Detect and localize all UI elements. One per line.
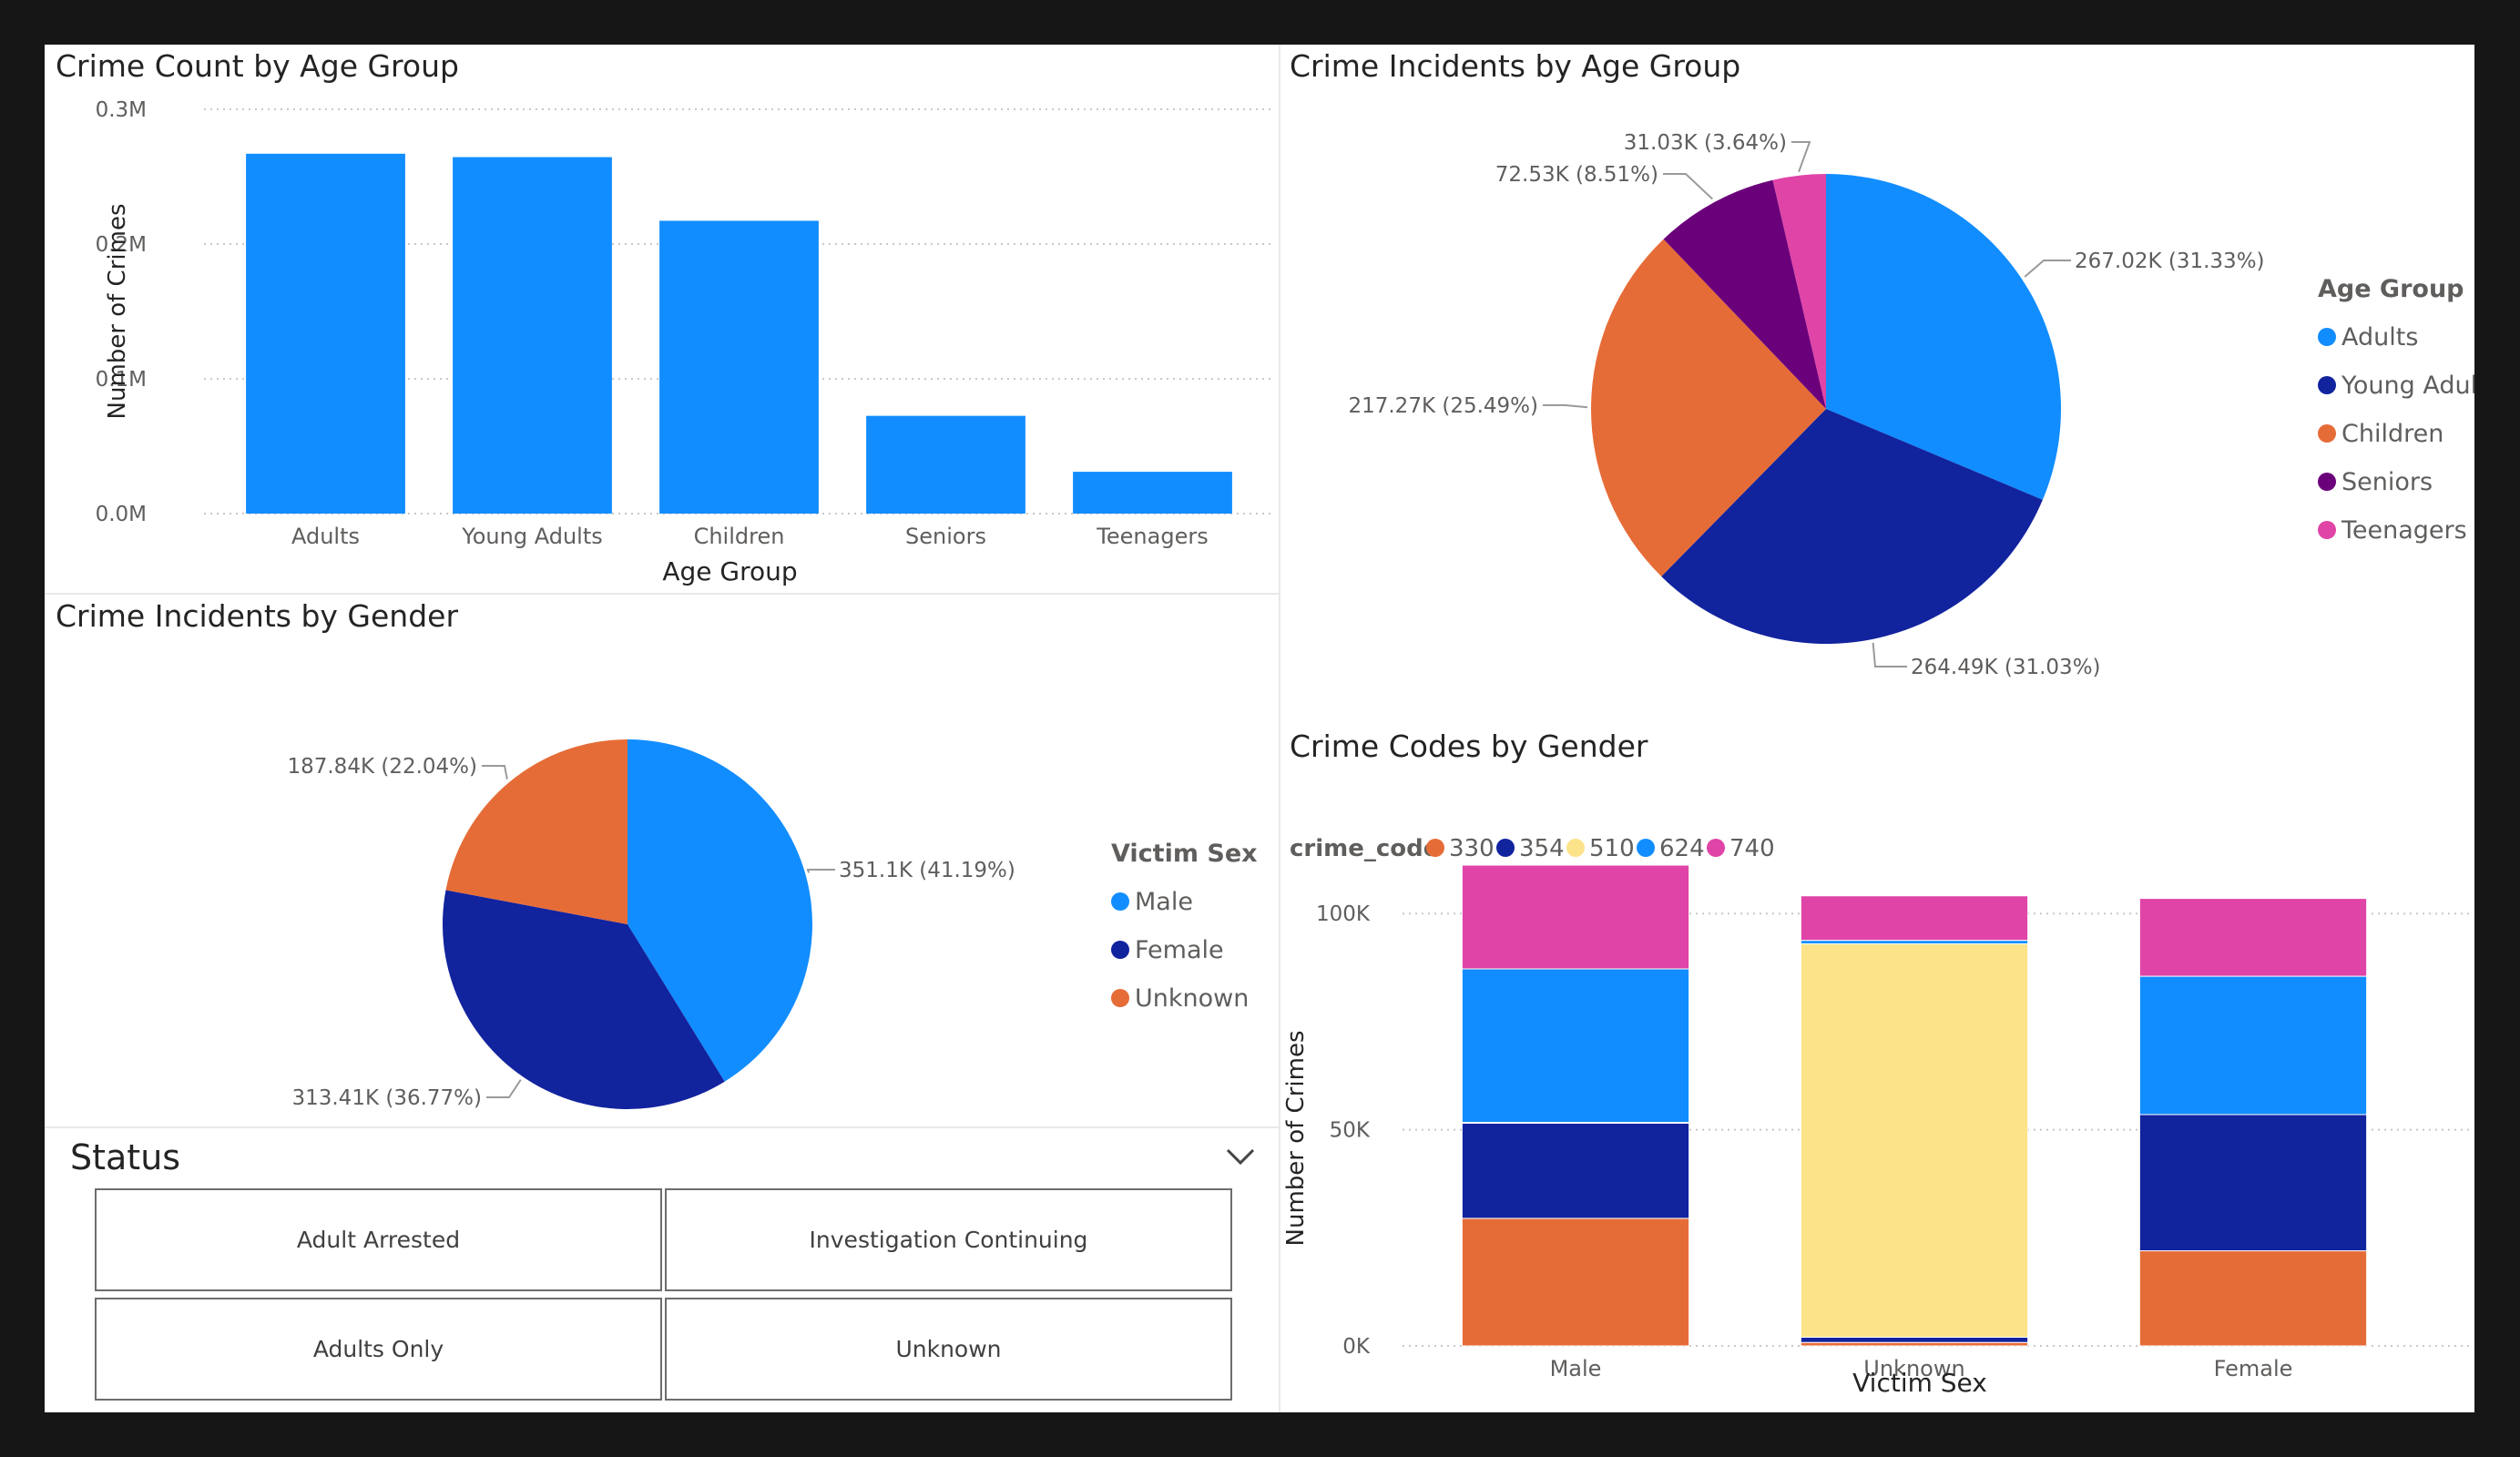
panel-divider-slicer [45,1126,1279,1128]
data-label: 313.41K (36.77%) [291,1086,482,1110]
legend-item-male: Male [1135,888,1193,916]
age-pie-chart[interactable]: 267.02K (31.33%) 264.49K (31.03%) 217.27K … [1279,45,2474,741]
leader-line [1791,141,1811,173]
stacked-bar-panel[interactable]: Crime Codes by Gender crime_code 330 354 51… [1279,725,2474,1412]
legend-marker [2318,376,2336,394]
y-tick-label: 50K [1330,1119,1371,1143]
x-tick-label: Teenagers [1096,524,1208,549]
chevron-down-icon[interactable] [1224,1141,1257,1174]
segment-unknown-624[interactable] [1800,940,2029,944]
legend-marker [2318,424,2336,443]
status-option-investigation-continuing[interactable]: Investigation Continuing [665,1188,1232,1291]
x-tick-label: Female [2214,1356,2293,1381]
y-axis-title: Number of Crimes [1282,1031,1310,1247]
legend-item-adults: Adults [2341,323,2418,352]
y-tick-label: 0.0M [96,503,147,526]
leader-line [806,869,835,873]
legend-item-330: 330 [1449,835,1495,862]
segment-female-354[interactable] [2138,1114,2368,1252]
segment-male-624[interactable] [1461,968,1690,1124]
segment-female-624[interactable] [2138,975,2368,1116]
legend-item-624: 624 [1659,835,1705,862]
y-tick-label: 0.3M [96,98,147,122]
y-axis-title: Number of Crimes [104,204,131,420]
legend-marker [2318,521,2336,539]
bar-adults[interactable] [246,153,405,514]
bar-young-adults[interactable] [453,157,612,514]
segment-male-330[interactable] [1461,1218,1690,1347]
y-tick-label: 0K [1342,1335,1371,1359]
segment-unknown-740[interactable] [1800,895,2029,942]
legend-item-teenagers: Teenagers [2341,516,2467,545]
leader-line [2024,260,2071,278]
legend-item-female: Female [1135,936,1224,964]
age-pie-panel[interactable]: Crime Incidents by Age Group 267.02K (31… [1279,45,2474,741]
data-label: 264.49K (31.03%) [1911,656,2101,679]
segment-unknown-330[interactable] [1800,1341,2029,1347]
segment-unknown-354[interactable] [1800,1337,2029,1343]
data-label: 72.53K (8.51%) [1495,163,1658,187]
bar-chart[interactable]: 0.0M0.1M0.2M0.3MAdults Young Adults Childr… [45,45,1279,591]
stacked-bar-chart[interactable]: crime_code 330 354 510 624 7400K50K100KMale Un… [1279,725,2474,1412]
legend-item-unknown: Unknown [1135,984,1249,1013]
bar-seniors[interactable] [866,415,1025,514]
leader-line [486,1079,522,1098]
segment-female-740[interactable] [2138,898,2368,977]
legend-marker [2318,328,2336,346]
leader-line [482,765,508,779]
bar-chart-panel[interactable]: Crime Count by Age Group 0.0M 0.1M 0.2M 0.3… [45,45,1279,591]
status-option-adults-only[interactable]: Adults Only [95,1298,662,1401]
report-canvas: Crime Count by Age Group 0.0M 0.1M 0.2M 0.3… [45,45,2474,1412]
data-label: 187.84K (22.04%) [287,755,477,779]
legend-item-354: 354 [1519,835,1565,862]
leader-line [1872,642,1907,667]
data-label: 217.27K (25.49%) [1348,394,1538,418]
legend-item-740: 740 [1729,835,1775,862]
segment-male-354[interactable] [1461,1122,1690,1219]
segment-male-740[interactable] [1461,864,1690,970]
x-tick-label: Adults [291,524,360,549]
legend-marker [1637,839,1655,857]
legend-item-children: Children [2341,420,2443,448]
bar-children[interactable] [659,220,819,514]
x-tick-label: Young Adults [461,524,602,549]
data-label: 31.03K (3.64%) [1624,131,1787,155]
legend-title: Age Group [2318,275,2464,303]
legend-title: crime_code [1290,835,1439,862]
gender-pie-chart[interactable]: 351.1K (41.19%) 313.41K (36.77%) 187.84K (… [45,595,1279,1171]
panel-divider-vertical [1279,45,1280,1412]
legend-marker [1707,839,1725,857]
panel-divider-horizontal [45,593,1279,595]
leader-line [1543,404,1588,409]
legend-item-seniors: Seniors [2341,468,2433,496]
data-label: 351.1K (41.19%) [839,859,1015,882]
leader-line [1663,173,1713,200]
legend-item-510: 510 [1589,835,1635,862]
legend-marker [1111,892,1129,911]
segment-unknown-510[interactable] [1800,942,2029,1339]
legend-marker [1566,839,1585,857]
x-axis-title: Victim Sex [1852,1368,1987,1398]
status-slicer-title: Status [70,1137,181,1177]
x-tick-label: Male [1550,1356,1602,1381]
legend-marker [2318,473,2336,491]
status-slicer[interactable]: Status Adult Arrested Investigation Cont… [45,1128,1279,1412]
data-label: 267.02K (31.33%) [2075,250,2265,273]
status-option-unknown[interactable]: Unknown [665,1298,1232,1401]
legend-marker [1111,941,1129,959]
bar-teenagers[interactable] [1073,472,1232,514]
legend-item-young-adults: Young Adults [2341,372,2474,400]
legend-title: Victim Sex [1111,840,1258,868]
x-axis-title: Age Group [662,556,797,586]
y-tick-label: 100K [1316,902,1371,926]
x-tick-label: Seniors [905,524,986,549]
status-option-adult-arrested[interactable]: Adult Arrested [95,1188,662,1291]
x-tick-label: Children [694,524,785,549]
legend-marker [1496,839,1515,857]
legend-marker [1111,989,1129,1007]
segment-female-330[interactable] [2138,1250,2368,1347]
legend-marker [1426,839,1444,857]
gender-pie-panel[interactable]: Crime Incidents by Gender 351.1K (41.19%… [45,595,1279,1171]
